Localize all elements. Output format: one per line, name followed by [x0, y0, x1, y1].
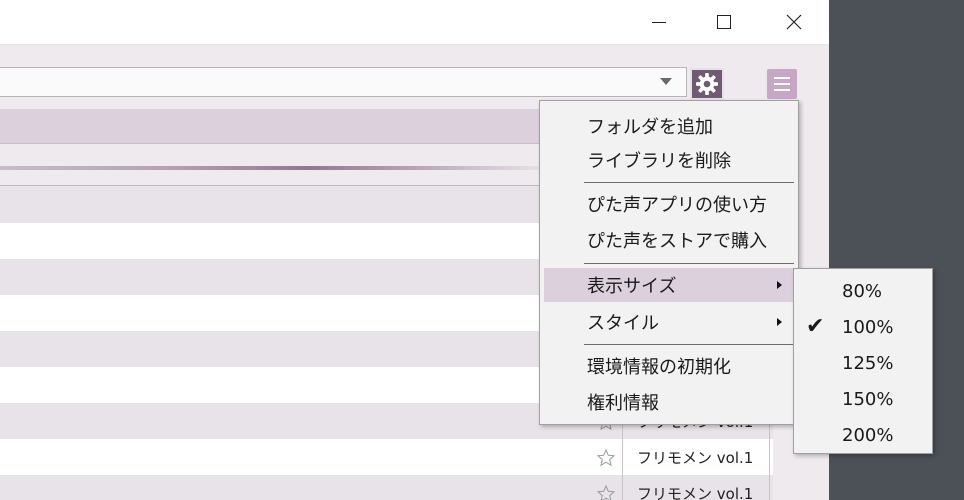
chevron-right-icon — [777, 318, 782, 326]
star-icon[interactable] — [596, 448, 616, 468]
check-icon: ✔ — [806, 314, 825, 339]
size-option-150[interactable]: 150% — [798, 381, 928, 417]
size-option-100[interactable]: ✔ 100% — [798, 309, 928, 345]
size-option-label: 200% — [842, 424, 894, 446]
progress-bar — [0, 166, 560, 170]
menu-item-buy-in-store[interactable]: ぴた声をストアで購入 — [544, 223, 794, 257]
hamburger-icon — [774, 83, 790, 85]
maximize-button[interactable] — [701, 0, 747, 44]
track-title: フリモメン vol.1 — [622, 439, 770, 475]
menu-item-label: 環境情報の初期化 — [587, 357, 731, 378]
library-select[interactable] — [0, 67, 687, 97]
chevron-right-icon — [777, 281, 782, 289]
display-size-submenu: 80% ✔ 100% 125% 150% 200% — [793, 268, 933, 454]
size-option-label: 125% — [842, 352, 894, 374]
star-icon[interactable] — [596, 484, 616, 500]
size-option-label: 150% — [842, 388, 894, 410]
menu-item-add-folder[interactable]: フォルダを追加 — [544, 109, 794, 143]
menu-separator — [584, 344, 794, 345]
table-row[interactable]: フリモメン vol.1 — [0, 475, 773, 500]
menu-separator — [584, 182, 794, 183]
menu-item-label: 表示サイズ — [587, 276, 677, 297]
minimize-icon — [652, 21, 666, 23]
size-option-200[interactable]: 200% — [798, 417, 928, 453]
menu-separator — [584, 263, 794, 264]
chevron-down-icon[interactable] — [660, 78, 672, 85]
hamburger-icon — [774, 89, 790, 91]
size-option-125[interactable]: 125% — [798, 345, 928, 381]
menu-item-license[interactable]: 権利情報 — [544, 385, 794, 419]
menu-button[interactable] — [767, 69, 797, 99]
menu-item-style[interactable]: スタイル — [544, 305, 794, 339]
menu-item-label: ぴた声アプリの使い方 — [587, 195, 767, 216]
header-bar — [0, 109, 560, 144]
settings-button[interactable] — [690, 68, 724, 100]
size-option-label: 100% — [842, 316, 894, 338]
menu-item-label: ぴた声をストアで購入 — [587, 231, 767, 252]
menu-item-label: スタイル — [587, 313, 659, 334]
track-title: フリモメン vol.1 — [622, 475, 770, 500]
menu-item-display-size[interactable]: 表示サイズ — [544, 268, 794, 302]
menu-item-label: ライブラリを削除 — [587, 151, 731, 172]
menu-item-delete-library[interactable]: ライブラリを削除 — [544, 143, 794, 177]
table-row[interactable]: フリモメン vol.1 — [0, 439, 773, 475]
hamburger-icon — [774, 77, 790, 79]
close-icon — [786, 14, 802, 30]
divider — [0, 185, 560, 186]
menu-item-how-to-use[interactable]: ぴた声アプリの使い方 — [544, 187, 794, 221]
close-button[interactable] — [771, 0, 817, 44]
maximize-icon — [717, 15, 731, 29]
menu-item-label: 権利情報 — [587, 393, 659, 414]
app-menu: フォルダを追加 ライブラリを削除 ぴた声アプリの使い方 ぴた声をストアで購入 表… — [539, 100, 799, 425]
title-bar — [0, 0, 829, 45]
menu-item-label: フォルダを追加 — [587, 117, 713, 138]
menu-item-reset-settings[interactable]: 環境情報の初期化 — [544, 349, 794, 383]
gear-icon — [696, 73, 718, 95]
size-option-80[interactable]: 80% — [798, 273, 928, 309]
size-option-label: 80% — [842, 280, 883, 302]
minimize-button[interactable] — [636, 0, 682, 44]
